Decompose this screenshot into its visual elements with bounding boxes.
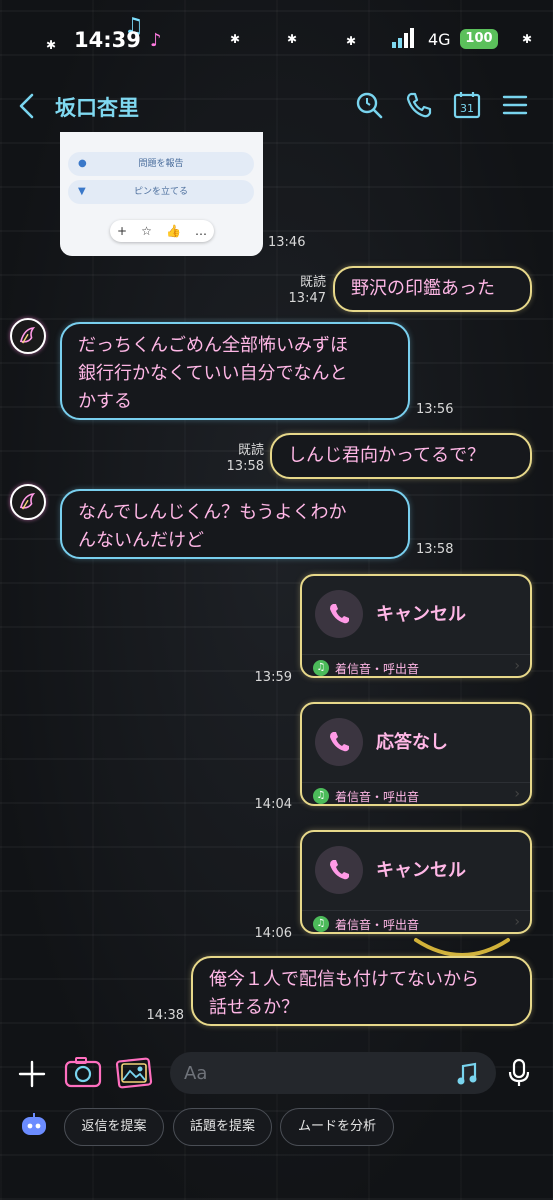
microphone-button[interactable] [508,1058,530,1088]
message-time: 13:58 [416,542,454,557]
message-meta: 既読 13:47 [270,275,326,307]
call-card[interactable]: キャンセル ♫ 着信音・呼出音 › [300,830,532,934]
message-line: んないんだけど [78,530,204,551]
contact-avatar[interactable] [10,318,46,354]
call-status: 応答なし [376,732,448,753]
ai-assistant-icon[interactable] [20,1113,48,1139]
star-decoration: ✱ [230,32,241,46]
image-message[interactable]: ● 問題を報告 ▼ ピンを立てる + ☆ 👍 … [60,132,263,256]
call-status: キャンセル [376,860,466,881]
call-icon-circle [315,846,363,894]
camera-button[interactable] [64,1056,102,1090]
phone-icon [330,732,349,752]
calendar-icon[interactable]: 31 [452,90,482,120]
call-card[interactable]: キャンセル ♫ 着信音・呼出音 › [300,574,532,678]
menu-icon[interactable] [500,90,530,120]
star-decoration: ✱ [522,32,533,46]
star-icon: ☆ [141,224,152,238]
chat-bubble-incoming[interactable]: なんでしんじくん？もうよくわか んないんだけど [60,489,410,559]
divider [302,654,530,655]
message-line: かする [78,391,132,412]
plus-icon: + [117,224,128,238]
divider [302,782,530,783]
pin-label: ピンを立てる [133,187,188,197]
message-meta: 既読 13:58 [208,443,264,475]
pin-icon: ▼ [78,186,86,197]
phone-icon[interactable] [404,90,434,120]
call-icon-circle [315,718,363,766]
message-time: 13:56 [416,402,454,417]
chat-bubble-outgoing[interactable]: しんじ君向かってるで？ [270,433,532,479]
thumbs-up-icon: 👍 [165,224,181,238]
message-time: 13:58 [226,459,264,474]
music-note-icon: ♪ [150,30,162,51]
network-type: 4G [428,30,451,49]
chat-bubble-outgoing[interactable]: 野沢の印鑑あった [333,266,532,312]
report-row: ● 問題を報告 [68,152,254,176]
message-time: 13:59 [254,670,292,685]
star-decoration: ✱ [46,38,57,52]
more-icon: … [194,224,207,238]
message-line: 俺今１人で配信も付けてないから [209,969,479,990]
star-decoration: ✱ [346,34,357,48]
signal-icon [392,28,414,48]
read-receipt: 既読 [299,275,326,290]
suggest-topic-chip[interactable]: 話題を提案 [173,1108,272,1146]
battery-indicator: 100 [460,29,498,49]
message-time: 14:06 [254,926,292,941]
reaction-bar: + ☆ 👍 … [110,220,214,242]
ringtone-label[interactable]: 着信音・呼出音 [335,916,419,933]
alert-icon: ● [78,158,87,169]
search-icon[interactable] [354,90,384,120]
plus-button[interactable] [18,1060,46,1088]
read-receipt: 既読 [237,443,264,458]
message-time: 14:04 [254,797,292,812]
analyze-mood-chip[interactable]: ムードを分析 [280,1108,394,1146]
message-input[interactable] [170,1052,496,1094]
contact-name[interactable]: 坂口杏里 [55,92,139,122]
suggest-reply-chip[interactable]: 返信を提案 [64,1108,164,1146]
ringtone-icon: ♫ [313,660,329,676]
call-card[interactable]: 応答なし ♫ 着信音・呼出音 › [300,702,532,806]
message-line: なんでしんじくん？もうよくわか [78,502,347,523]
ringtone-label[interactable]: 着信音・呼出音 [335,788,419,805]
chevron-right-icon: › [514,914,520,930]
chat-bubble-outgoing[interactable]: 俺今１人で配信も付けてないから 話せるか？ [191,956,532,1026]
ringtone-label[interactable]: 着信音・呼出音 [335,660,419,677]
message-time: 14:38 [146,1008,184,1023]
contact-avatar[interactable] [10,484,46,520]
message-time: 13:46 [268,235,306,250]
message-time: 13:47 [288,291,326,306]
chat-bubble-incoming[interactable]: だっちくんごめん全部怖いみずほ 銀行行かなくていい自分でなんと かする [60,322,410,420]
phone-icon [330,860,349,880]
pin-row: ▼ ピンを立てる [68,180,254,204]
image-button[interactable] [114,1056,154,1090]
message-line: 話せるか？ [209,997,299,1018]
svg-text:31: 31 [460,102,474,115]
phone-icon [330,604,349,624]
ringtone-icon: ♫ [313,788,329,804]
music-button[interactable] [456,1062,478,1086]
message-line: だっちくんごめん全部怖いみずほ [78,335,348,356]
report-label: 問題を報告 [138,159,184,169]
status-time: 14:39 [74,28,141,52]
call-status: キャンセル [376,604,466,625]
chevron-right-icon: › [514,658,520,674]
message-line: 銀行行かなくていい自分でなんと [78,363,348,384]
chevron-right-icon: › [514,786,520,802]
ringtone-icon: ♫ [313,916,329,932]
star-decoration: ✱ [287,32,298,46]
back-button[interactable] [14,92,40,120]
divider [302,910,530,911]
call-icon-circle [315,590,363,638]
